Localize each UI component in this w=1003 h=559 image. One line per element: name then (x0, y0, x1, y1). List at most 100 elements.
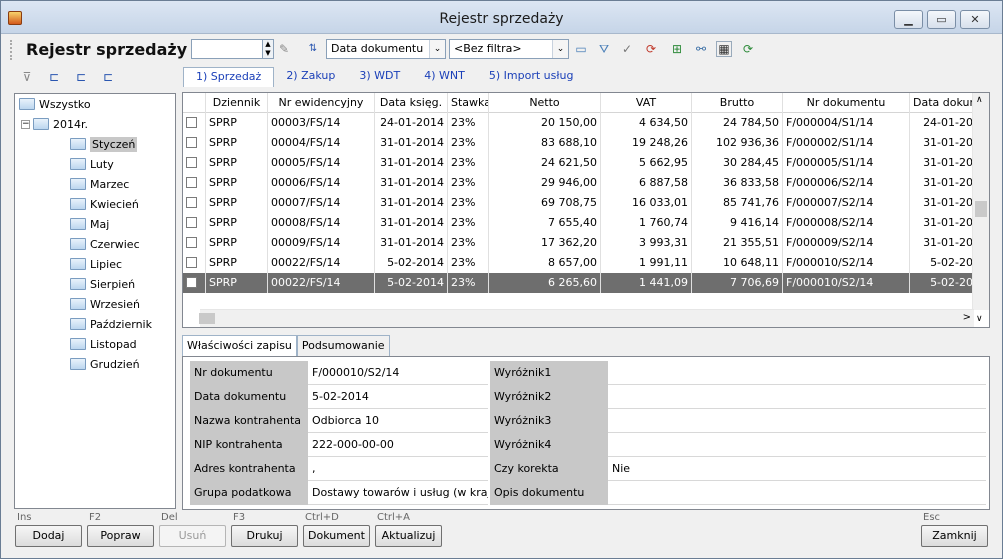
property-value[interactable]: F/000010/S2/14 (308, 361, 488, 385)
close-button[interactable]: Zamknij (921, 525, 988, 547)
table-cell: SPRP (206, 193, 268, 213)
horizontal-scrollbar[interactable]: < > (199, 309, 974, 327)
row-checkbox[interactable] (186, 257, 197, 268)
column-header[interactable]: Brutto (692, 93, 783, 113)
row-checkbox[interactable] (186, 197, 197, 208)
sort-icon[interactable]: ⇅ (305, 41, 321, 57)
row-checkbox[interactable] (186, 157, 197, 168)
table-row[interactable]: SPRP 00007/FS/14 31-01-2014 23% 69 708,75 16 … (183, 193, 984, 213)
tab-podsumowanie[interactable]: Podsumowanie (296, 335, 390, 356)
property-value[interactable] (608, 409, 986, 433)
column-header[interactable]: VAT (601, 93, 692, 113)
tree-item-month[interactable]: Lipiec (70, 255, 122, 273)
date-input[interactable] (191, 39, 263, 59)
tree-item-month[interactable]: Luty (70, 155, 114, 173)
tree-item-month[interactable]: Maj (70, 215, 109, 233)
property-value[interactable]: 5-02-2014 (308, 385, 488, 409)
close-window-button[interactable]: ✕ (960, 10, 990, 29)
property-value[interactable]: 222-000-00-00 (308, 433, 488, 457)
tree-item-month[interactable]: Grudzień (70, 355, 140, 373)
print-button[interactable]: Drukuj (231, 525, 298, 547)
table-row[interactable]: SPRP 00022/FS/14 5-02-2014 23% 8 657,00 1 991… (183, 253, 984, 273)
tree-item-month[interactable]: Marzec (70, 175, 129, 193)
property-value[interactable] (608, 361, 986, 385)
tree-item-month[interactable]: Październik (70, 315, 152, 333)
property-value[interactable] (608, 433, 986, 457)
tree-item-2014[interactable]: 2014r. (33, 115, 88, 133)
table-cell: 9 416,14 (692, 213, 783, 233)
tab-sprzedaz[interactable]: 1) Sprzedaż (183, 67, 275, 87)
edit-button[interactable]: Popraw (87, 525, 154, 547)
tree-add-icon[interactable]: ⊏ (73, 69, 89, 85)
check-filter-icon[interactable]: ✓ (619, 41, 635, 57)
table-row[interactable]: SPRP 00004/FS/14 31-01-2014 23% 83 688,10 19 … (183, 133, 984, 153)
tab-import-uslug[interactable]: 5) Import usług (477, 67, 586, 87)
tab-wdt[interactable]: 3) WDT (347, 67, 412, 87)
table-row[interactable]: SPRP 00022/FS/14 5-02-2014 23% 6 265,60 1 441… (183, 273, 984, 293)
column-header[interactable]: Nr dokumentu (783, 93, 910, 113)
table-row[interactable]: SPRP 00009/FS/14 31-01-2014 23% 17 362,20 3 9… (183, 233, 984, 253)
scroll-up-icon[interactable]: ∧ (976, 95, 983, 105)
tree-item-month[interactable]: Styczeń (70, 135, 138, 153)
tab-wnt[interactable]: 4) WNT (412, 67, 477, 87)
maximize-button[interactable]: ▭ (927, 10, 956, 29)
tree-item-wszystko[interactable]: Wszystko (19, 95, 91, 113)
table-row[interactable]: SPRP 00006/FS/14 31-01-2014 23% 29 946,00 6 8… (183, 173, 984, 193)
scroll-right-icon[interactable]: > (963, 312, 971, 323)
folder-icon[interactable]: ▭ (573, 41, 589, 57)
refresh-red-icon[interactable]: ⟳ (643, 41, 659, 57)
vertical-scrollbar[interactable]: ∧ ∨ (972, 93, 989, 324)
tab-wlasciwosci[interactable]: Właściwości zapisu (182, 335, 297, 356)
filter-select[interactable]: <Bez filtra> ⌄ (449, 39, 569, 59)
tree-remove-icon[interactable]: ⊏ (100, 69, 116, 85)
refresh-green-icon[interactable]: ⟳ (740, 41, 756, 57)
property-value[interactable] (608, 481, 986, 505)
link-icon[interactable]: ⚯ (693, 41, 709, 57)
row-checkbox[interactable] (186, 117, 197, 128)
tree-item-month[interactable]: Listopad (70, 335, 137, 353)
column-header[interactable]: Nr ewidencyjny (268, 93, 375, 113)
column-header[interactable]: Dziennik (206, 93, 268, 113)
row-checkbox[interactable] (186, 217, 197, 228)
invoice-grid: Dziennik Nr ewidencyjny Data księg. Staw… (182, 92, 990, 328)
property-label: Nr dokumentu (190, 361, 308, 385)
sort-select[interactable]: Data dokumentu ⌄ (326, 39, 446, 59)
collapse-toggle[interactable]: − (21, 120, 30, 129)
column-header[interactable]: Netto (489, 93, 601, 113)
property-value[interactable]: Dostawy towarów i usług (w kraju) (308, 481, 488, 505)
add-record-icon[interactable]: ⊞ (669, 41, 685, 57)
table-view-icon[interactable]: ▦ (716, 41, 732, 57)
tree-item-month[interactable]: Czerwiec (70, 235, 140, 253)
filter-icon[interactable]: ⛛ (596, 41, 612, 57)
scroll-thumb-h[interactable] (199, 313, 215, 324)
table-row[interactable]: SPRP 00003/FS/14 24-01-2014 23% 20 150,00 4 6… (183, 113, 984, 133)
property-value[interactable]: Odbiorca 10 (308, 409, 488, 433)
property-value[interactable]: , (308, 457, 488, 481)
tree-item-month[interactable]: Wrzesień (70, 295, 140, 313)
column-header[interactable]: Stawka (448, 93, 489, 113)
table-cell: SPRP (206, 173, 268, 193)
collapse-icon[interactable]: ⊽ (19, 69, 35, 85)
row-checkbox[interactable] (186, 137, 197, 148)
row-checkbox[interactable] (186, 237, 197, 248)
property-value[interactable]: Nie (608, 457, 986, 481)
tab-zakup[interactable]: 2) Zakup (274, 67, 347, 87)
tree-item-month[interactable]: Kwiecień (70, 195, 139, 213)
scroll-thumb[interactable] (975, 201, 987, 217)
column-header[interactable]: Data księg. (375, 93, 448, 113)
tree-structure-icon[interactable]: ⊏ (46, 69, 62, 85)
minimize-button[interactable]: ▁ (894, 10, 923, 29)
property-value[interactable] (608, 385, 986, 409)
date-spinner[interactable]: ▲ ▼ (262, 39, 274, 59)
edit-pencil-icon[interactable]: ✎ (276, 41, 292, 57)
row-checkbox[interactable] (186, 277, 197, 288)
table-row[interactable]: SPRP 00008/FS/14 31-01-2014 23% 7 655,40 1 76… (183, 213, 984, 233)
add-button[interactable]: Dodaj (15, 525, 82, 547)
delete-button[interactable]: Usuń (159, 525, 226, 547)
table-row[interactable]: SPRP 00005/FS/14 31-01-2014 23% 24 621,50 5 6… (183, 153, 984, 173)
document-button[interactable]: Dokument (303, 525, 370, 547)
refresh-button[interactable]: Aktualizuj (375, 525, 442, 547)
row-checkbox[interactable] (186, 177, 197, 188)
scroll-down-icon[interactable]: ∨ (976, 314, 983, 324)
tree-item-month[interactable]: Sierpień (70, 275, 135, 293)
